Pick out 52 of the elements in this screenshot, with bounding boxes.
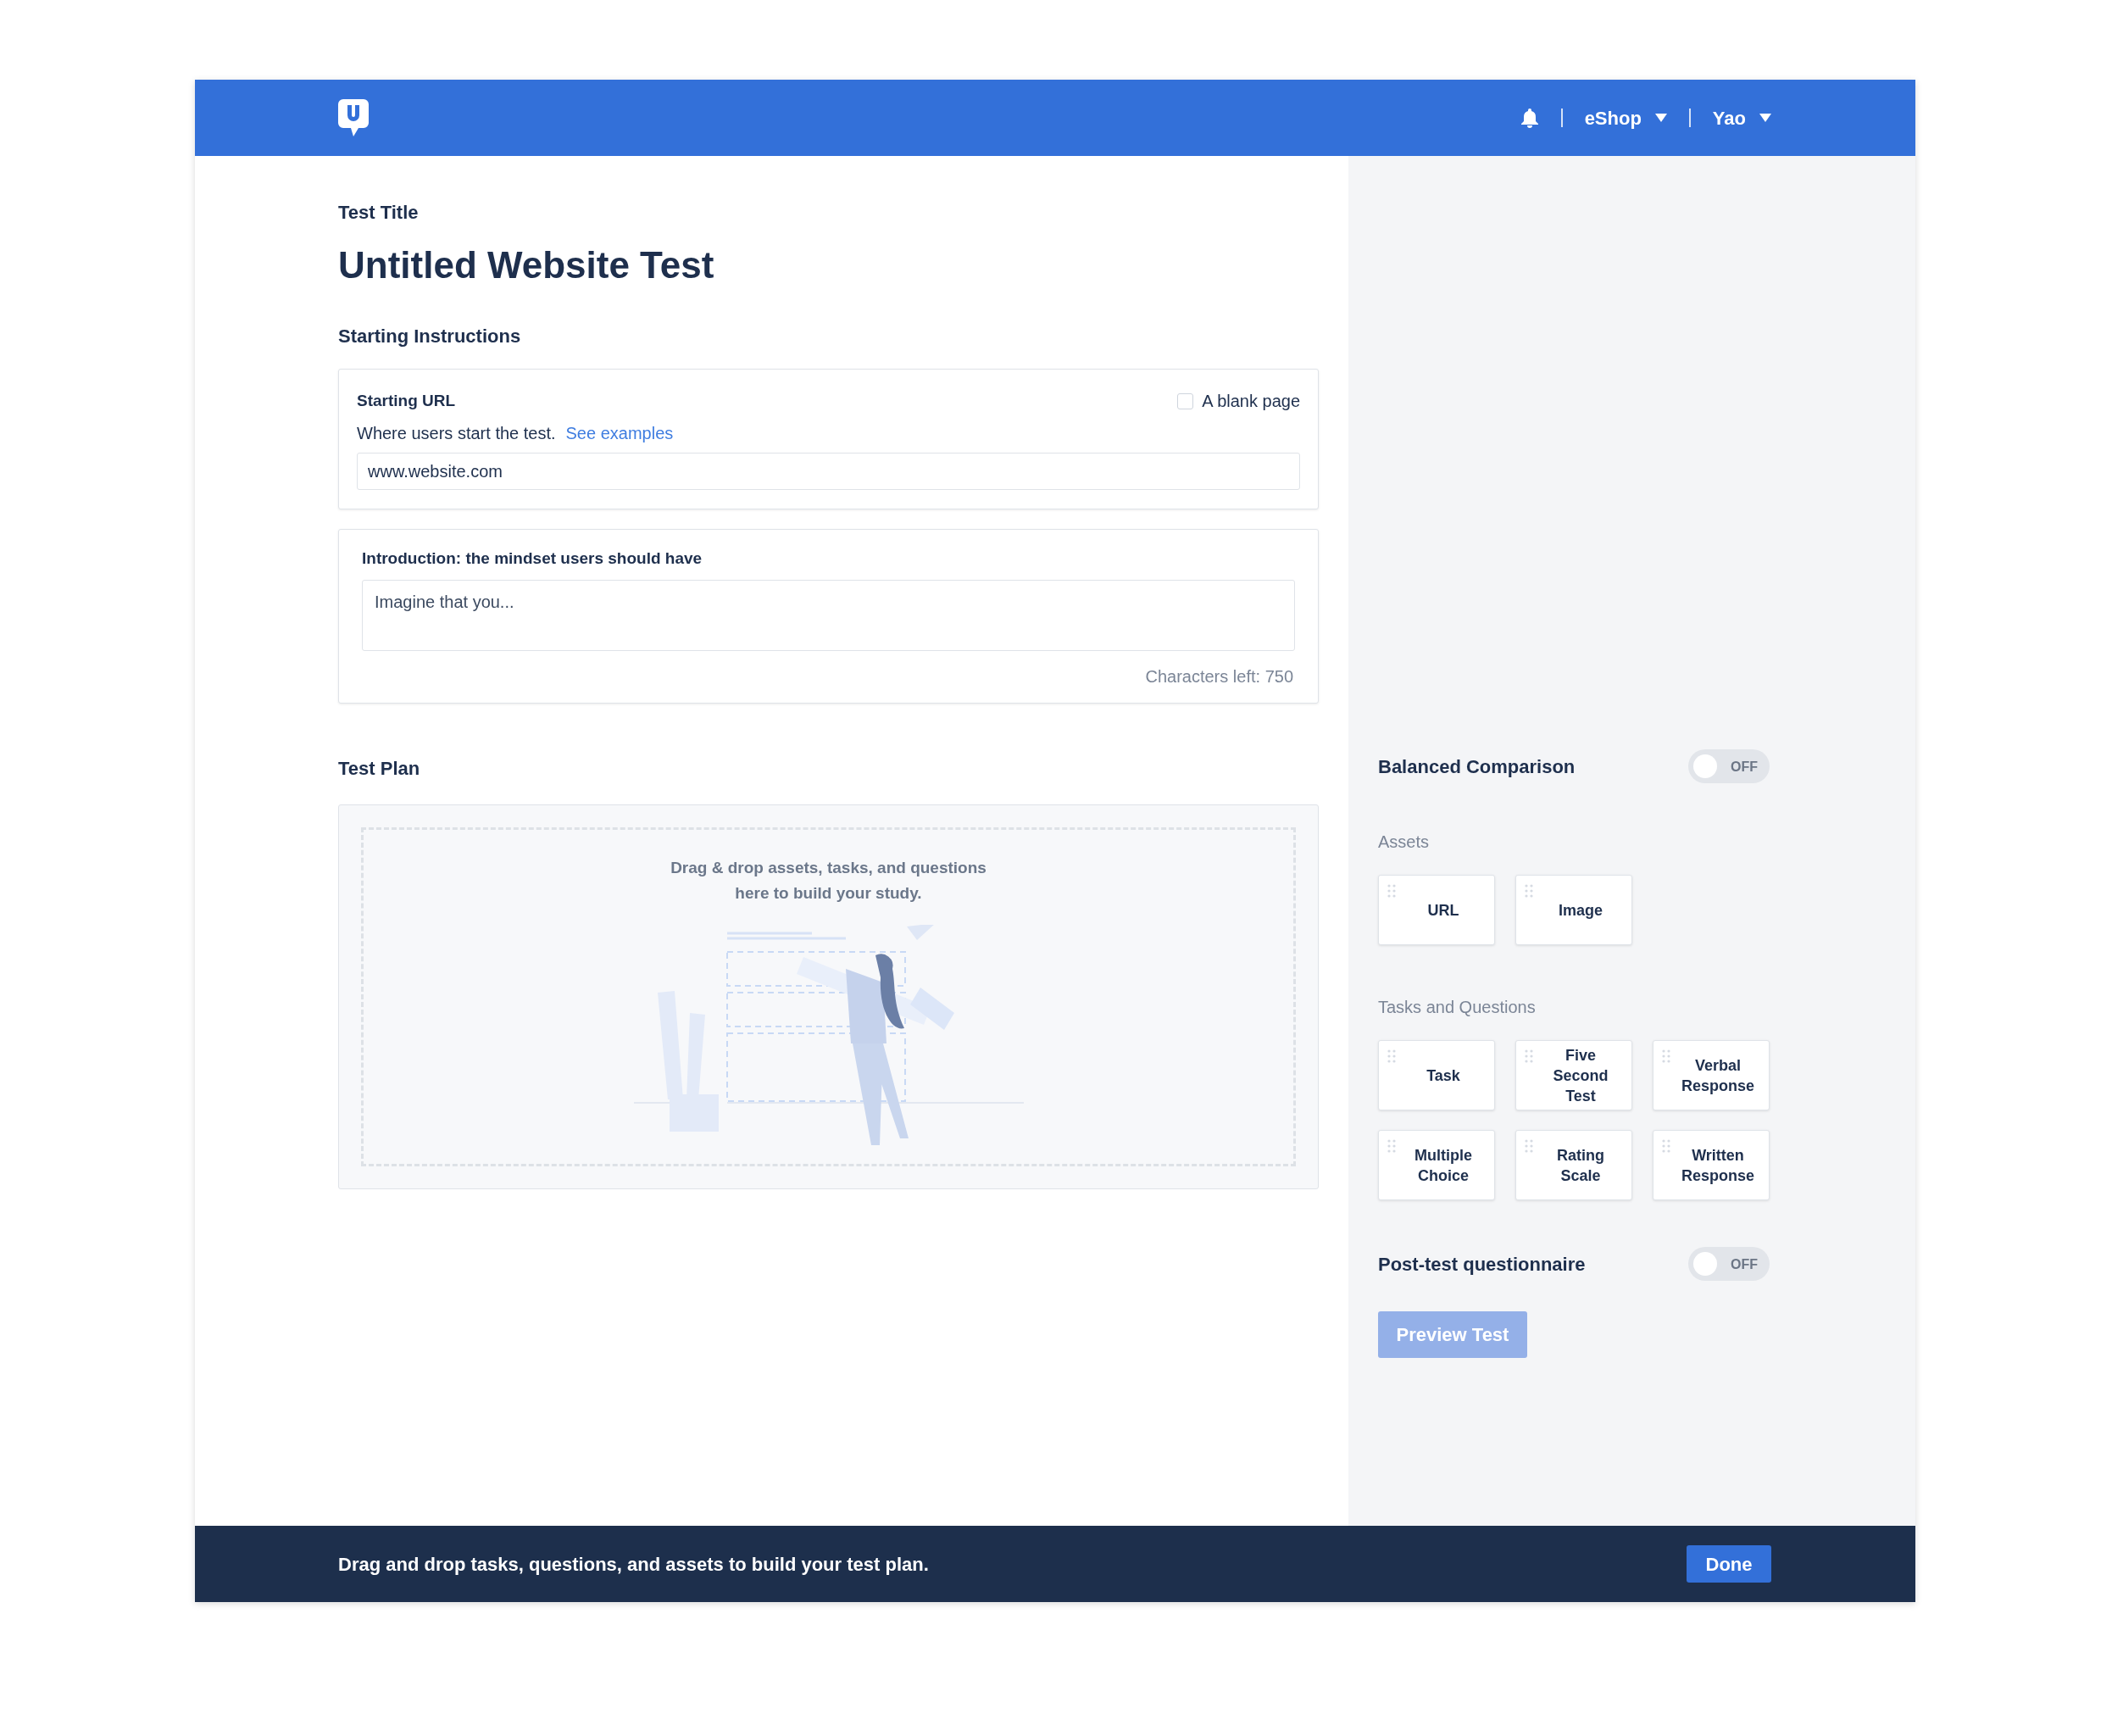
draggable-tile[interactable]: URL <box>1378 875 1495 945</box>
drop-zone[interactable]: Drag & drop assets, tasks, and questions here to build your study. <box>361 826 1296 1166</box>
account-menu[interactable]: eShop <box>1584 103 1667 132</box>
see-examples-link[interactable]: See examples <box>565 420 674 446</box>
draggable-tile[interactable]: Written Response <box>1653 1130 1770 1200</box>
notification-bell-icon[interactable] <box>1520 108 1539 128</box>
done-button[interactable]: Done <box>1687 1545 1771 1583</box>
drag-handle-icon[interactable] <box>1387 1139 1396 1153</box>
field-label: Starting URL <box>357 390 456 411</box>
draggable-tile[interactable]: Verbal Response <box>1653 1040 1770 1110</box>
toggle-switch[interactable]: OFF <box>1688 749 1770 783</box>
tile-label: Multiple Choice <box>1414 1145 1473 1186</box>
blank-page-checkbox[interactable]: A blank page <box>1177 388 1300 414</box>
drag-handle-icon[interactable] <box>1525 1049 1533 1063</box>
drop-hint: Drag & drop assets, tasks, and questions here to build your study. <box>670 857 987 904</box>
url-input-field[interactable]: www.website.com <box>357 453 1300 490</box>
tile-label: URL <box>1426 900 1460 921</box>
drag-handle-icon[interactable] <box>1525 1139 1533 1153</box>
draggable-tile[interactable]: Multiple Choice <box>1378 1130 1495 1200</box>
section-heading: Tasks and Questions <box>1378 997 1537 1018</box>
field-label: Introduction: the mindset users should have <box>362 548 703 569</box>
setting-label: Balanced Comparison <box>1378 754 1576 779</box>
tile-label: Image <box>1558 900 1603 921</box>
draggable-tile[interactable]: Five Second Test <box>1515 1040 1632 1110</box>
help-text: Where users start the test. <box>357 423 556 444</box>
draggable-tile[interactable]: Task <box>1378 1040 1495 1110</box>
tile-label: Written Response <box>1681 1145 1755 1186</box>
section-heading: Assets <box>1378 832 1431 853</box>
caret-icon <box>1759 114 1771 122</box>
test-title[interactable]: Untitled Website Test <box>338 242 1319 288</box>
field-label: Test Title <box>338 201 420 225</box>
tile-label: Five Second Test <box>1552 1045 1609 1106</box>
section-heading: Test Plan <box>338 756 421 781</box>
drag-handle-icon[interactable] <box>1387 1049 1396 1063</box>
logo-icon[interactable] <box>338 99 369 136</box>
tile-label: Verbal Response <box>1681 1055 1755 1096</box>
tile-label: Task <box>1426 1066 1461 1086</box>
account-menu[interactable]: Yao <box>1712 103 1771 132</box>
drag-handle-icon[interactable] <box>1525 884 1533 898</box>
draggable-tile[interactable]: Rating Scale <box>1515 1130 1632 1200</box>
introduction-text-area[interactable]: Imagine that you... <box>362 579 1295 651</box>
caret-icon <box>1654 114 1667 122</box>
toggle-switch[interactable]: OFF <box>1688 1247 1770 1281</box>
setting-label: Post-test questionnaire <box>1378 1252 1586 1277</box>
tile-label: Rating Scale <box>1556 1145 1605 1186</box>
drag-handle-icon[interactable] <box>1662 1049 1670 1063</box>
draggable-tile[interactable]: Image <box>1515 875 1632 945</box>
character-counter: Characters left: 750 <box>1144 665 1294 687</box>
footer-message: Drag and drop tasks, questions, and assets to build your test plan. <box>338 1552 929 1577</box>
drag-handle-icon[interactable] <box>1387 884 1396 898</box>
section-heading: Starting Instructions <box>338 325 522 348</box>
drag-handle-icon[interactable] <box>1662 1139 1670 1153</box>
